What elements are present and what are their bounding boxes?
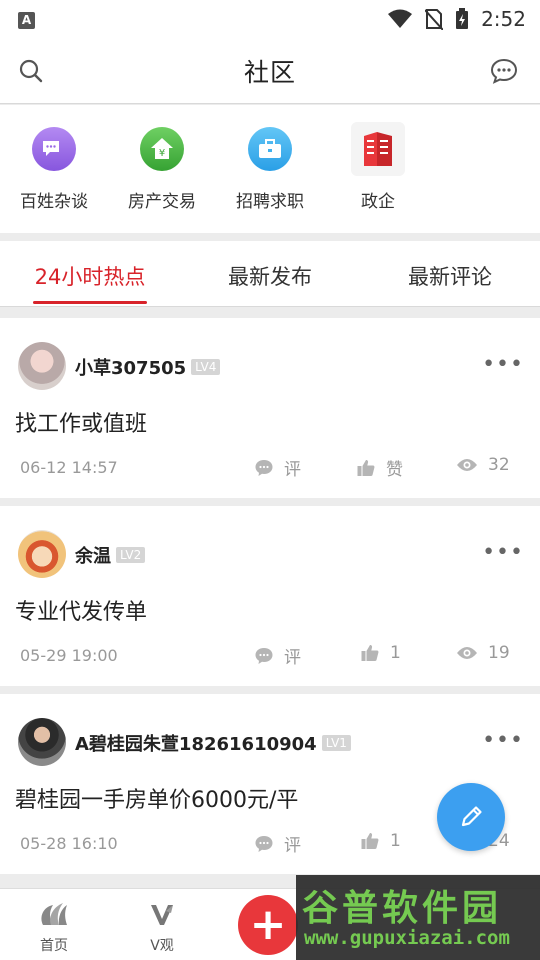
views: 19 [456, 643, 510, 663]
post-text[interactable]: 碧桂园一手房单价6000元/平 [15, 782, 298, 814]
level-badge: LV2 [116, 547, 146, 563]
comment-icon [255, 835, 273, 852]
avatar[interactable] [18, 342, 66, 390]
category-baixing[interactable]: 百姓杂谈 [0, 105, 108, 233]
like-button[interactable]: 1 [360, 831, 401, 851]
view-count: 19 [488, 643, 510, 663]
pencil-icon [461, 806, 482, 827]
post-card[interactable]: 余温 LV2 ••• 专业代发传单 05-29 19:00 评 1 19 [0, 506, 540, 686]
building-icon [351, 122, 405, 176]
post-time: 06-12 14:57 [20, 458, 118, 477]
nav-label: V观 [150, 938, 174, 954]
watermark: 谷普软件园 www.gupuxiazai.com [296, 875, 540, 960]
no-sim-icon [425, 9, 444, 30]
comment-button[interactable]: 评 [254, 643, 301, 668]
category-zhengqi[interactable]: 政企 [324, 105, 432, 233]
feed-tabs: 24小时热点 最新发布 最新评论 [0, 241, 540, 307]
category-label: 政企 [361, 192, 395, 212]
watermark-url: www.gupuxiazai.com [304, 927, 510, 949]
post-author[interactable]: A碧桂园朱萱18261610904 LV1 [75, 730, 351, 756]
comment-label: 评 [284, 836, 301, 856]
username: A碧桂园朱萱18261610904 [75, 734, 317, 755]
post-author[interactable]: 小草307505 LV4 [75, 354, 221, 380]
compose-button[interactable] [437, 783, 505, 851]
page-title: 社区 [243, 57, 296, 87]
thumbs-up-icon [357, 459, 375, 476]
post-card[interactable]: 小草307505 LV4 ••• 找工作或值班 06-12 14:57 评 赞 3… [0, 318, 540, 498]
post-text[interactable]: 专业代发传单 [15, 594, 147, 626]
view-count: 32 [488, 455, 510, 475]
comment-icon [255, 459, 273, 476]
category-fangchan[interactable]: ¥ 房产交易 [108, 105, 216, 233]
status-bar: A 2:52 [0, 0, 540, 38]
tab-24h-hot[interactable]: 24小时热点 [0, 241, 180, 306]
comment-button[interactable]: 评 [254, 831, 301, 856]
publish-button[interactable]: + [238, 895, 298, 955]
nav-label: 首页 [40, 938, 68, 954]
tab-latest-comment[interactable]: 最新评论 [360, 241, 540, 306]
category-label: 招聘求职 [236, 192, 304, 212]
search-icon[interactable] [18, 58, 44, 84]
post-time: 05-28 16:10 [20, 834, 118, 853]
nav-vguan[interactable]: V观 [117, 889, 207, 960]
level-badge: LV1 [321, 735, 351, 751]
svg-text:¥: ¥ [159, 148, 165, 159]
eye-icon [457, 647, 477, 659]
thumbs-up-icon [361, 645, 379, 661]
tab-latest-post[interactable]: 最新发布 [180, 241, 360, 306]
chat-bubbles-icon [32, 127, 76, 171]
like-button[interactable]: 1 [360, 643, 401, 663]
top-bar: 社区 [0, 38, 540, 104]
eye-icon [457, 459, 477, 471]
username: 余温 [75, 546, 111, 567]
category-row: 百姓杂谈 ¥ 房产交易 招聘求职 政企 [0, 105, 540, 233]
clock: 2:52 [481, 7, 526, 31]
comment-button[interactable]: 评 [254, 455, 301, 480]
like-count: 1 [390, 643, 401, 663]
post-time: 05-29 19:00 [20, 646, 118, 665]
avatar[interactable] [18, 530, 66, 578]
username: 小草307505 [75, 358, 187, 379]
category-label: 百姓杂谈 [20, 192, 88, 212]
watermark-title: 谷普软件园 [302, 888, 503, 929]
nav-home[interactable]: 首页 [9, 889, 99, 960]
post-author[interactable]: 余温 LV2 [75, 542, 146, 568]
comment-label: 评 [284, 648, 301, 668]
avatar[interactable] [18, 718, 66, 766]
category-zhaopin[interactable]: 招聘求职 [216, 105, 324, 233]
wifi-icon [388, 9, 413, 28]
message-icon[interactable] [490, 57, 518, 85]
briefcase-icon [248, 127, 292, 171]
like-button[interactable]: 赞 [356, 455, 403, 480]
house-yuan-icon: ¥ [140, 127, 184, 171]
comment-label: 评 [284, 460, 301, 480]
battery-charging-icon [456, 8, 469, 29]
thumbs-up-icon [361, 833, 379, 849]
more-options-icon[interactable]: ••• [482, 352, 524, 377]
notification-icon: A [18, 12, 35, 29]
like-count: 1 [390, 831, 401, 851]
more-options-icon[interactable]: ••• [482, 728, 524, 753]
more-options-icon[interactable]: ••• [482, 540, 524, 565]
home-logo-icon [41, 903, 67, 925]
like-label: 赞 [386, 460, 403, 480]
views: 32 [456, 455, 510, 475]
level-badge: LV4 [191, 359, 221, 375]
category-label: 房产交易 [128, 192, 196, 212]
comment-icon [255, 647, 273, 664]
post-text[interactable]: 找工作或值班 [15, 406, 147, 438]
v-logo-icon [151, 905, 173, 925]
